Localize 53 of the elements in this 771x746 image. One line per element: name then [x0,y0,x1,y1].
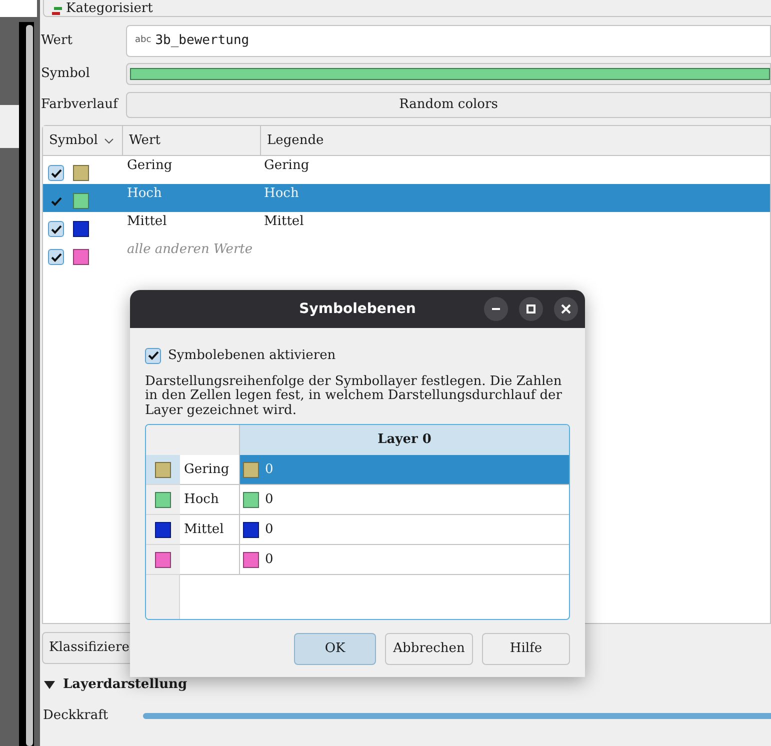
dialog-button[interactable]: OK [294,633,376,665]
checkbox[interactable] [48,221,64,237]
table-cell: Hoch [127,186,162,201]
dialog-button[interactable]: Abbrechen [385,633,473,665]
scrollbar[interactable] [26,25,33,746]
table-cell: Mittel [180,515,240,545]
field-label: Farbverlauf [41,96,120,114]
table-cell: Gering [264,158,310,173]
table-cell: Mittel [264,214,304,229]
row-header[interactable] [146,515,180,545]
color-ramp-button[interactable]: Random colors [126,92,771,118]
opacity-slider[interactable] [143,713,771,719]
description: Darstellungsreihenfolge der Symbollayer festlegen. Die Zahlen in den Zellen legen fest, in welchem Darstellungsdurchlauf der Layer gezeichnet wird. [145,374,563,418]
dialog-button[interactable]: Hilfe [482,633,570,665]
field-label: Wert [41,32,74,50]
field-label: Symbol [41,65,91,84]
window-title: Symbolebenen [299,300,416,318]
table-cell[interactable]: 0 [240,545,569,575]
table-cell[interactable]: 0 [240,515,569,545]
column-header[interactable]: Wert [123,126,261,155]
table-cell: Hoch [264,186,299,201]
table-cell [180,545,240,575]
field-label: Deckkraft [43,707,110,726]
maximize-button[interactable] [519,297,543,321]
column-header[interactable]: Symbol [43,126,123,155]
value-field[interactable]: abc 3b_bewertung [126,25,771,57]
renderer-dropdown[interactable]: Kategorisiert [43,0,771,17]
minimize-button[interactable] [484,297,508,321]
sort-chevron-icon [104,138,114,144]
category-row[interactable]: Mittel Mittel [43,212,770,240]
checkbox-label: Symbolebenen aktivieren [168,347,336,365]
row-header[interactable] [146,545,180,575]
collapse-arrow-icon[interactable] [44,681,55,689]
checkbox[interactable] [145,348,161,364]
symbol-button[interactable] [126,63,771,85]
column-header[interactable]: Layer 0 [240,425,569,455]
field-type-icon: abc [135,34,152,48]
renderer-icon [52,6,62,16]
table-cell: Hoch [180,485,240,515]
table-cell-text: alle anderen Werte [126,241,253,259]
checkbox[interactable] [48,165,64,181]
table-cell[interactable]: 0 [240,485,569,515]
sidebar-panel [0,0,37,17]
checkbox[interactable] [48,249,64,265]
maximize-icon [526,304,536,314]
close-button[interactable] [554,297,578,321]
column-header[interactable]: Legende [261,126,770,155]
table-cell: Mittel [127,214,167,229]
table-cell: Gering [127,158,172,173]
category-row[interactable]: Gering Gering [43,156,770,184]
minimize-icon [492,308,500,310]
close-icon [561,304,571,314]
section-title: Layerdarstellung [63,676,188,694]
